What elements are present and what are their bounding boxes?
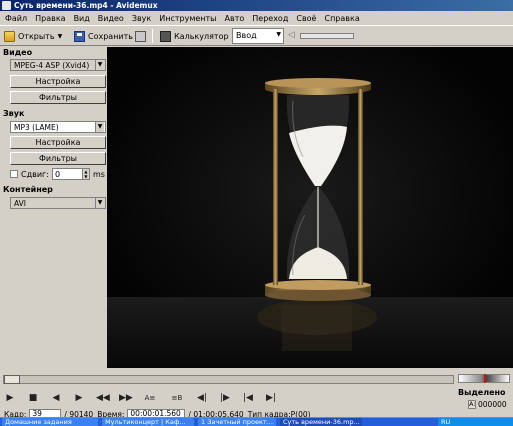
properties-icon (135, 30, 146, 42)
marker-a-button[interactable]: A: (468, 400, 476, 409)
selection-panel: Выделено A: 000000 (458, 374, 511, 414)
stop-icon[interactable]: ■ (27, 392, 39, 404)
menu-help[interactable]: Справка (324, 14, 359, 23)
video-codec-value: MPEG-4 ASP (Xvid4) (14, 61, 90, 70)
audio-shift-row: Сдвиг: 0 ▲ ▼ ms (10, 168, 105, 180)
menu-auto[interactable]: Авто (225, 14, 245, 23)
spin-arrows-icon[interactable]: ▲ ▼ (81, 169, 89, 179)
video-preview (107, 47, 513, 368)
properties-button[interactable] (135, 29, 149, 43)
set-marker-a-icon[interactable]: A≡ (142, 392, 158, 404)
audio-section-label: Звук (3, 109, 25, 118)
menu-view[interactable]: Вид (74, 14, 90, 23)
marker-a-value: 000000 (478, 400, 507, 409)
title-bar: Суть времени-36.mp4 - Avidemux (0, 0, 513, 11)
go-to-last-frame-icon[interactable]: ▶| (265, 392, 277, 404)
chevron-down-icon: ▼ (95, 60, 104, 70)
shift-unit: ms (92, 169, 105, 179)
menu-custom[interactable]: Своё (296, 14, 316, 23)
shift-label: Сдвиг: (21, 169, 49, 179)
menu-video[interactable]: Видео (98, 14, 124, 23)
floppy-icon (74, 30, 85, 42)
video-codec-select[interactable]: MPEG-4 ASP (Xvid4) ▼ (10, 59, 106, 71)
chevron-down-icon: ▼ (95, 122, 104, 132)
previous-frame-icon[interactable]: ◀ (50, 392, 62, 404)
menu-tools[interactable]: Инструменты (159, 14, 216, 23)
next-black-frame-icon[interactable]: |▶ (219, 392, 231, 404)
play-icon[interactable]: ▶ (4, 392, 16, 404)
video-configure-button[interactable]: Настройка (10, 75, 106, 88)
calculator-button[interactable]: Калькулятор (160, 29, 229, 43)
shift-spinbox[interactable]: 0 ▲ ▼ (51, 168, 90, 180)
system-tray: RU (438, 418, 513, 426)
set-marker-b-icon[interactable]: ≡B (169, 392, 185, 404)
chevron-down-icon: ▼ (95, 198, 104, 208)
audio-codec-select[interactable]: MP3 (LAME) ▼ (10, 121, 106, 133)
container-format-value: AVI (14, 199, 26, 208)
taskbar-item[interactable]: 1 Зачетный проект... (198, 418, 276, 426)
menu-edit[interactable]: Правка (35, 14, 65, 23)
go-to-first-frame-icon[interactable]: |◀ (242, 392, 254, 404)
taskbar-item-active[interactable]: Суть времени-36.mp... (280, 418, 362, 426)
audio-configure-button[interactable]: Настройка (10, 136, 106, 149)
open-button[interactable]: Открыть ▼ (4, 29, 62, 43)
left-panel: Видео MPEG-4 ASP (Xvid4) ▼ Настройка Фил… (0, 47, 107, 368)
calculator-label: Калькулятор (174, 31, 229, 41)
open-label: Открыть (18, 31, 55, 41)
chevron-down-icon[interactable]: ▼ (58, 33, 63, 40)
save-button[interactable]: Сохранить (74, 29, 133, 43)
avidemux-window: Суть времени-36.mp4 - Avidemux Файл Прав… (0, 0, 513, 426)
menu-go[interactable]: Переход (252, 14, 288, 23)
folder-icon (4, 30, 15, 42)
audio-filters-button[interactable]: Фильтры (10, 152, 106, 165)
chevron-down-icon: ▼ (276, 31, 281, 38)
shift-checkbox[interactable] (10, 170, 18, 178)
menu-file[interactable]: Файл (5, 14, 27, 23)
input-mode-select[interactable]: Ввод ▼ (232, 28, 284, 44)
next-frame-icon[interactable]: ▶ (73, 392, 85, 404)
selection-meter (458, 374, 510, 383)
video-section-label: Видео (3, 48, 33, 57)
next-keyframe-icon[interactable]: ▶▶ (119, 392, 133, 404)
video-filters-button[interactable]: Фильтры (10, 91, 106, 104)
taskbar: Домашние задания Мультиконцерт | Каф... … (0, 417, 513, 426)
seek-slider[interactable] (3, 375, 454, 384)
toolbar: Открыть ▼ Сохранить Калькулятор Ввод ▼ ◁ (0, 25, 513, 46)
seek-thumb[interactable] (4, 375, 20, 384)
selection-marker (484, 374, 486, 383)
container-format-select[interactable]: AVI ▼ (10, 197, 106, 209)
input-mode-value: Ввод (236, 31, 257, 40)
previous-black-frame-icon[interactable]: ◀| (196, 392, 208, 404)
window-title: Суть времени-36.mp4 - Avidemux (14, 1, 158, 10)
app-icon (2, 1, 11, 10)
previous-keyframe-icon[interactable]: ◀◀ (96, 392, 110, 404)
container-section-label: Контейнер (3, 185, 53, 194)
save-label: Сохранить (88, 31, 133, 41)
menu-bar: Файл Правка Вид Видео Звук Инструменты А… (0, 11, 513, 25)
volume-slider[interactable] (300, 33, 354, 39)
speaker-icon: ◁ (288, 30, 295, 40)
hourglass-frame (107, 47, 513, 368)
calculator-icon (160, 30, 171, 42)
shift-value: 0 (54, 170, 61, 179)
selection-title: Выделено (458, 388, 506, 397)
marker-a-row: A: 000000 (468, 400, 507, 409)
toolbar-separator (152, 29, 153, 43)
menu-audio[interactable]: Звук (132, 14, 151, 23)
taskbar-item[interactable]: Мультиконцерт | Каф... (102, 418, 194, 426)
playback-controls: ▶ ■ ◀ ▶ ◀◀ ▶▶ A≡ ≡B ◀| |▶ |◀ ▶| (4, 392, 288, 404)
taskbar-item[interactable]: Домашние задания (2, 418, 98, 426)
audio-codec-value: MP3 (LAME) (14, 123, 59, 132)
